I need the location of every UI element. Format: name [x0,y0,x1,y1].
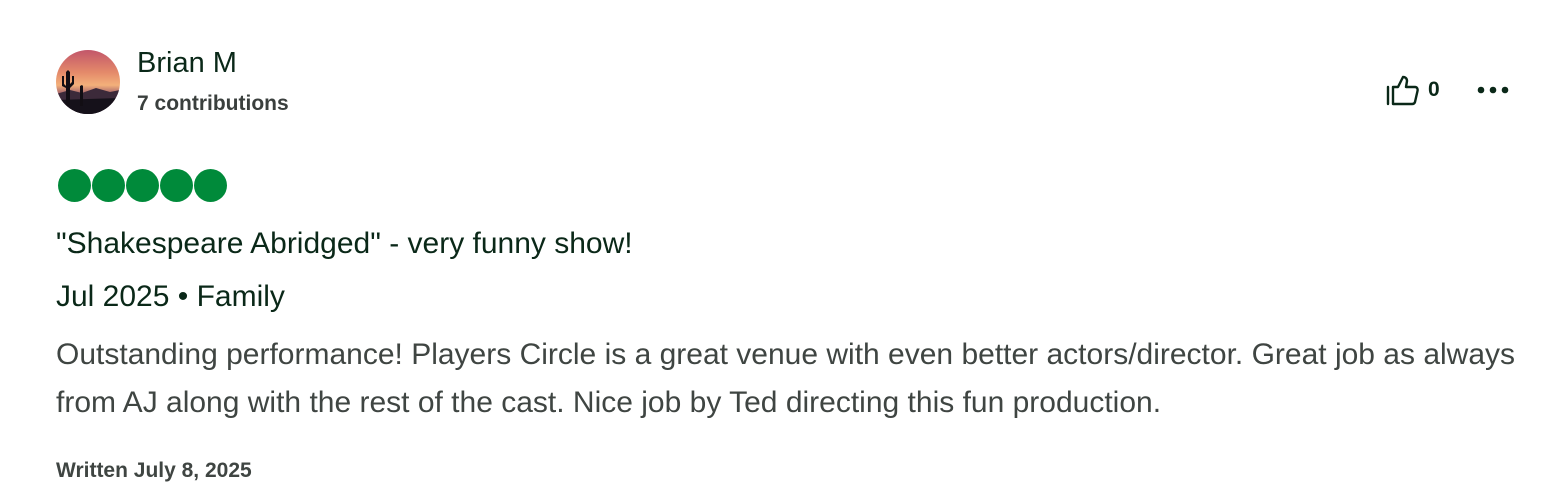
review-title[interactable]: "Shakespeare Abridged" - very funny show… [56,226,633,262]
author-contributions: 7 contributions [137,92,289,115]
more-options-button[interactable] [1474,74,1512,106]
author-avatar[interactable] [56,50,120,114]
thumbs-up-icon [1386,75,1419,106]
rating-bubble [58,169,91,202]
rating-bubble [194,169,227,202]
review-body: Outstanding performance! Players Circle … [56,338,1516,419]
review-written-date: Written July 8, 2025 [56,459,252,482]
helpful-vote-button[interactable]: 0 [1384,70,1440,110]
author-name[interactable]: Brian M [137,46,237,80]
more-options-icon [1477,86,1509,94]
helpful-count: 0 [1428,78,1440,101]
rating-bubble [126,169,159,202]
desert-sunset-avatar-image [56,50,120,114]
review-card: Brian M 7 contributions 0 "Shakespeare A… [0,0,1566,503]
rating-bubbles [58,169,227,202]
review-trip-meta: Jul 2025 • Family [56,280,285,313]
rating-bubble [92,169,125,202]
rating-bubble [160,169,193,202]
